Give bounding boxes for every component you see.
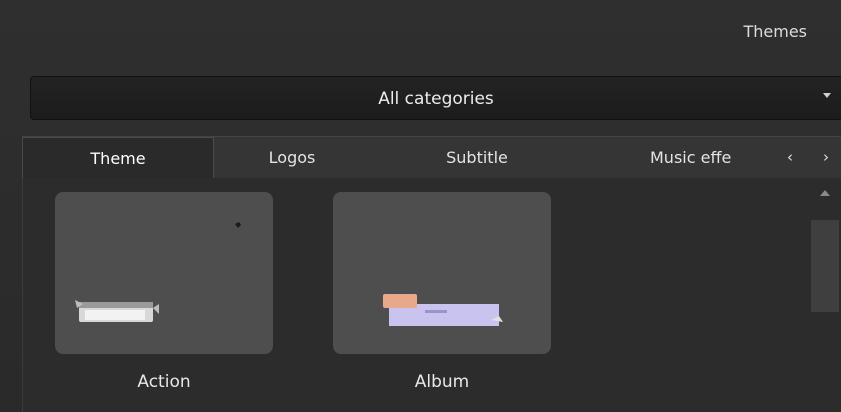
theme-grid: Action Album — [22, 178, 841, 412]
theme-label: Album — [414, 372, 470, 392]
tab-logos[interactable]: Logos — [222, 137, 362, 178]
theme-thumbnail — [333, 192, 551, 354]
theme-card-album[interactable]: Album — [333, 192, 551, 392]
dropdown-arrow-icon — [823, 93, 831, 98]
panel-title: Themes — [743, 22, 807, 41]
tab-subtitle[interactable]: Subtitle — [402, 137, 552, 178]
scroll-up-icon[interactable] — [820, 190, 830, 196]
tab-bar: Theme Logos Subtitle Music effe ‹ › — [22, 136, 841, 180]
theme-thumbnail — [55, 192, 273, 354]
theme-label: Action — [137, 372, 191, 392]
themes-panel: Themes All categories Theme Logos Subtit… — [0, 0, 841, 412]
scroll-thumb[interactable] — [811, 220, 839, 312]
album-preview-image — [383, 294, 503, 326]
action-preview-image — [75, 222, 241, 322]
category-dropdown-value: All categories — [378, 89, 494, 109]
theme-card-action[interactable]: Action — [55, 192, 273, 392]
category-dropdown[interactable]: All categories — [30, 76, 841, 120]
chevron-left-icon[interactable]: ‹ — [779, 137, 801, 178]
tab-music-effects[interactable]: Music effe — [650, 137, 786, 178]
tab-theme[interactable]: Theme — [22, 137, 214, 180]
vertical-scrollbar[interactable] — [811, 178, 841, 412]
chevron-right-icon[interactable]: › — [815, 137, 837, 178]
